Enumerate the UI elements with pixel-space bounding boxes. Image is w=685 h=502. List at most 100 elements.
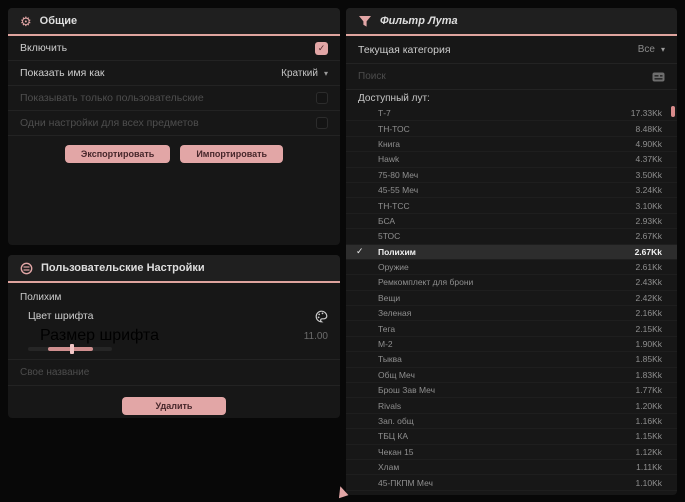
loot-item-name: ТН-ТОС [378, 123, 410, 134]
loot-item-value: 2.61Kk [635, 262, 662, 273]
loot-item-name: БСА [378, 215, 396, 226]
category-row: Текущая категория Все ▾ [346, 36, 677, 64]
loot-item-name: Хлам [378, 462, 400, 473]
name-display-row: Показать имя как Краткий ▾ [8, 61, 340, 86]
loot-item[interactable]: Тега 2.15Kk [346, 321, 677, 337]
loot-item[interactable]: 5ТОС 2.67Kk [346, 229, 677, 245]
category-label: Текущая категория [358, 43, 451, 56]
loot-item-value: 4.90Kk [635, 138, 662, 149]
search-input[interactable] [358, 71, 652, 82]
loot-item[interactable]: Чекан 15 1.12Kk [346, 445, 677, 460]
panel-title: Фильтр Лута [380, 15, 458, 27]
font-size-block: Размер шрифта 11.00 [8, 326, 340, 360]
custom-only-checkbox[interactable] [316, 92, 328, 104]
shared-settings-checkbox[interactable] [316, 117, 328, 129]
search-options-icon[interactable] [652, 72, 665, 82]
loot-item[interactable]: Общ Меч 1.83Kk [346, 368, 677, 384]
loot-item[interactable]: Зеленая 2.16Kk [346, 306, 677, 322]
loot-list: Т-7 17.33Kk ТН-ТОС 8.48Kk Книга 4.90Kk Hawk 4.3… [346, 106, 677, 491]
loot-item[interactable]: М-2 1.90Kk [346, 337, 677, 353]
loot-item[interactable]: 45-ПКПМ Меч 1.10Kk [346, 475, 677, 491]
loot-item-name: Оружие [378, 262, 409, 273]
import-button[interactable]: Импортировать [180, 145, 284, 163]
name-display-dropdown[interactable]: Краткий ▾ [281, 68, 328, 79]
palette-icon[interactable] [315, 310, 328, 323]
loot-filter-panel: Фильтр Лута Текущая категория Все ▾ Дост… [346, 8, 677, 495]
loot-item-name: Rivals [378, 400, 402, 411]
scrollbar-thumb[interactable] [671, 106, 675, 117]
loot-item-value: 1.20Kk [635, 400, 662, 411]
loot-item-name: Полихим [378, 246, 416, 257]
loot-item-value: 1.83Kk [635, 369, 662, 380]
gear-icon: ⚙ [20, 13, 32, 29]
font-color-label: Цвет шрифта [28, 310, 94, 322]
loot-item-name: Зеленая [378, 308, 412, 319]
enable-checkbox[interactable]: ✓ [315, 41, 328, 55]
font-size-row: Размер шрифта 11.00 [20, 327, 328, 344]
custom-settings-header: Пользовательские Настройки [8, 255, 340, 283]
loot-item-name: 75-80 Меч [378, 169, 419, 180]
custom-only-label: Показывать только пользовательские [20, 92, 204, 104]
loot-item[interactable]: Ремкомплект для брони 2.43Kk [346, 275, 677, 291]
loot-item-name: ТБЦ КА [378, 431, 409, 442]
custom-only-row: Показывать только пользовательские [8, 86, 340, 111]
loot-item[interactable]: Книга 4.90Kk [346, 137, 677, 153]
loot-item-value: 17.33Kk [630, 108, 662, 119]
category-value: Все [637, 44, 655, 55]
export-button[interactable]: Экспортировать [64, 145, 171, 163]
loot-item-value: 1.15Kk [635, 431, 662, 442]
panel-title: Пользовательские Настройки [41, 262, 205, 274]
loot-item[interactable]: ✓ Полихим 2.67Kk [346, 244, 677, 260]
loot-item[interactable]: Оружие 2.61Kk [346, 260, 677, 276]
loot-item[interactable]: Тыква 1.85Kk [346, 352, 677, 368]
delete-area: Удалить [8, 386, 340, 415]
loot-item[interactable]: Зап. общ 1.16Kk [346, 414, 677, 430]
font-size-value: 11.00 [303, 330, 328, 342]
loot-item-value: 2.43Kk [635, 277, 662, 288]
loot-item-value: 1.77Kk [635, 385, 662, 396]
font-size-slider[interactable] [28, 344, 112, 354]
loot-item[interactable]: ТН-ТСС 3.10Kk [346, 198, 677, 214]
custom-settings-panel: Пользовательские Настройки Полихим Цвет … [8, 255, 340, 418]
loot-item-name: Вещи [378, 292, 401, 303]
loot-item[interactable]: Брош Зав Меч 1.77Kk [346, 383, 677, 399]
name-display-label: Показать имя как [20, 67, 105, 79]
loot-item-value: 8.48Kk [635, 123, 662, 134]
search-row [346, 64, 677, 90]
category-dropdown[interactable]: Все ▾ [638, 44, 665, 55]
available-loot-row: Доступный лут: [346, 90, 677, 106]
delete-button[interactable]: Удалить [121, 397, 227, 415]
loot-item-value: 2.93Kk [635, 215, 662, 226]
shared-settings-label: Одни настройки для всех предметов [20, 117, 199, 129]
slider-handle[interactable] [70, 344, 74, 354]
loot-item-name: Тега [378, 323, 396, 334]
font-size-label: Размер шрифта [40, 327, 159, 344]
loot-item[interactable]: Rivals 1.20Kk [346, 398, 677, 414]
loot-item[interactable]: Т-7 17.33Kk [346, 106, 677, 122]
panel-title: Общие [39, 15, 78, 27]
loot-item[interactable]: БСА 2.93Kk [346, 214, 677, 230]
enable-row: Включить ✓ [8, 36, 340, 61]
check-icon: ✓ [356, 246, 364, 257]
name-display-value: Краткий [281, 67, 318, 79]
loot-item-value: 2.67Kk [634, 246, 662, 257]
loot-item[interactable]: Hawk 4.37Kk [346, 152, 677, 168]
loot-item-value: 3.50Kk [635, 169, 662, 180]
loot-item-name: Ремкомплект для брони [378, 277, 474, 288]
loot-item[interactable]: Хлам 1.11Kk [346, 460, 677, 476]
custom-name-input[interactable] [20, 367, 328, 378]
loot-item-name: Чекан 15 [378, 446, 414, 457]
loot-item[interactable]: 45-55 Меч 3.24Kk [346, 183, 677, 199]
loot-item-name: 45-ПКПМ Меч [378, 477, 433, 488]
loot-item-name: Зап. общ [378, 416, 414, 426]
loot-item[interactable]: ТБЦ КА 1.15Kk [346, 429, 677, 445]
loot-item-name: Книга [378, 138, 401, 149]
loot-item-value: 1.16Kk [635, 416, 662, 426]
loot-item-value: 3.24Kk [635, 185, 662, 196]
loot-item[interactable]: Вещи 2.42Kk [346, 291, 677, 307]
loot-item-name: Тыква [378, 354, 402, 365]
loot-item-value: 1.11Kk [636, 462, 662, 473]
export-import-row: Экспортировать Импортировать [8, 136, 340, 163]
loot-item[interactable]: 75-80 Меч 3.50Kk [346, 168, 677, 183]
loot-item[interactable]: ТН-ТОС 8.48Kk [346, 121, 677, 137]
